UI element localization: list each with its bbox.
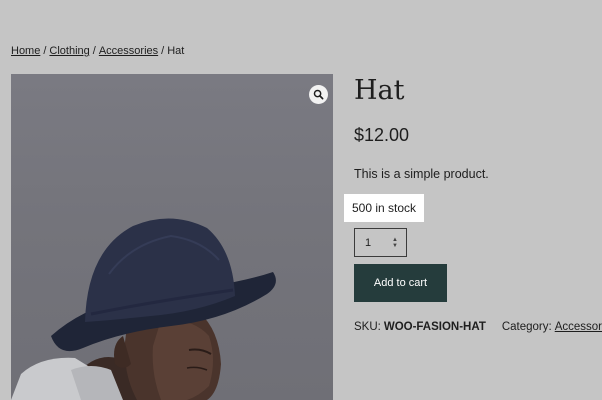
quantity-stepper[interactable]: ▲ ▼ [354, 228, 407, 257]
breadcrumb-home-link[interactable]: Home [11, 45, 40, 57]
category-label: Category: [501, 321, 552, 333]
product-title: Hat [354, 75, 405, 106]
product-meta: SKU:WOO-FASION-HAT Category:Accessories [354, 320, 602, 334]
product-price: $12.00 [354, 125, 410, 145]
breadcrumb-current: Hat [167, 45, 185, 57]
breadcrumb-accessories-link[interactable]: Accessories [99, 45, 158, 57]
product-photo [11, 218, 276, 400]
stepper-arrows-icon[interactable]: ▲ ▼ [392, 237, 398, 249]
add-to-cart-button[interactable]: Add to cart [354, 264, 447, 302]
category-link[interactable]: Accessories [555, 321, 602, 333]
breadcrumb-separator: / [92, 45, 96, 57]
zoom-button[interactable] [309, 85, 328, 104]
product-description: This is a simple product. [354, 167, 489, 181]
quantity-input[interactable] [365, 236, 391, 249]
sku-label: SKU: [354, 321, 381, 333]
search-icon [313, 89, 324, 100]
breadcrumb: Home / Clothing / Accessories / Hat [11, 44, 184, 58]
breadcrumb-separator: / [43, 45, 47, 57]
product-image[interactable] [11, 74, 333, 400]
sku-value: WOO-FASION-HAT [383, 321, 486, 333]
chevron-down-icon[interactable]: ▼ [392, 243, 398, 249]
stock-status: 500 in stock [344, 194, 424, 222]
breadcrumb-clothing-link[interactable]: Clothing [49, 45, 89, 57]
breadcrumb-separator: / [161, 45, 165, 57]
